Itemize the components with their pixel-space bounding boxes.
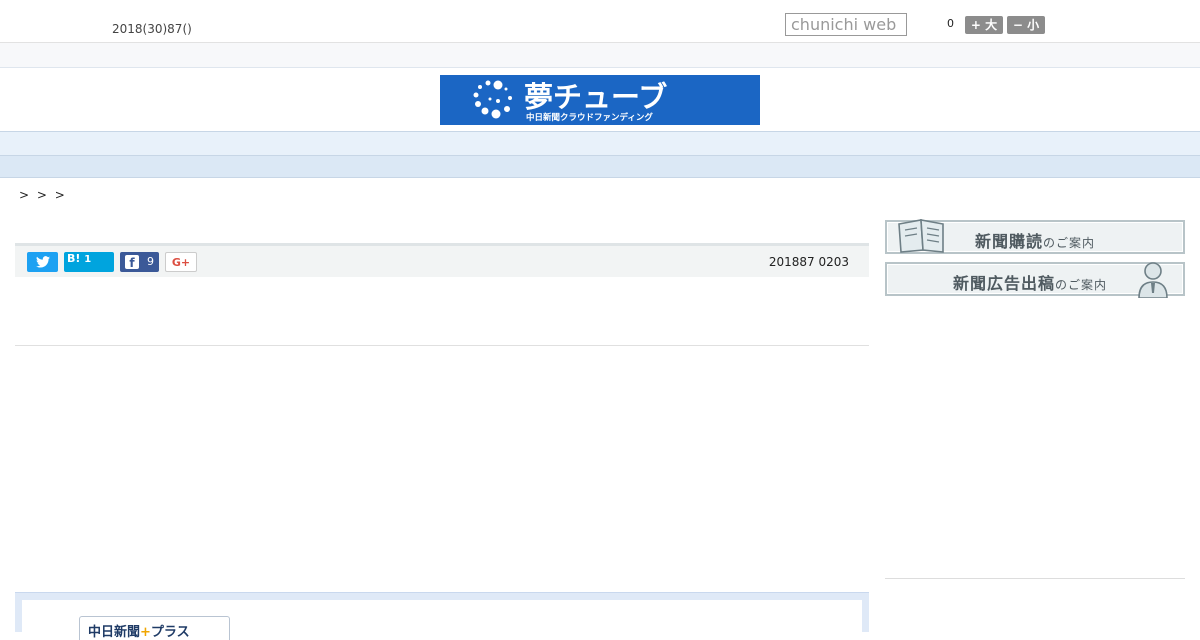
newspaper-book-icon [898, 219, 944, 253]
subscribe-guide-button[interactable]: 新聞購読のご案内 [885, 219, 1185, 254]
advertise-guide-button[interactable]: 新聞広告出稿のご案内 [885, 262, 1185, 298]
banner-title: 夢チューブ [524, 80, 667, 114]
dots-logo-icon: 夢チューブ 中日新聞クラウドファンディング [473, 80, 667, 123]
counter-text: 0 [947, 17, 954, 30]
yume-tube-banner[interactable]: 夢チューブ 中日新聞クラウドファンディング [440, 75, 760, 125]
header-date: 2018(30)87() [112, 22, 192, 36]
advertise-sub-label: のご案内 [1055, 278, 1108, 292]
plus-star-icon: + [140, 625, 151, 640]
plus-logo-text: 中日新聞 [88, 625, 141, 640]
main-nav [0, 131, 1200, 156]
sub-nav [0, 156, 1200, 178]
font-smaller-button[interactable]: − 小 [1007, 16, 1045, 34]
sidebar-rule [885, 578, 1185, 579]
plus-logo-suffix: プラス [150, 625, 190, 640]
article-divider [15, 345, 869, 346]
hatena-label: B! [67, 252, 81, 265]
chunichi-plus-box: 中日新聞+プラス [15, 592, 869, 640]
google-plus-button[interactable]: G+ [165, 252, 197, 272]
subscribe-main-label: 新聞購読 [975, 232, 1044, 251]
share-bar: B! 1 f 9 G+ 201887 0203 [15, 243, 869, 277]
search-input[interactable]: chunichi web [785, 13, 907, 36]
twitter-share-button[interactable] [27, 252, 58, 272]
hatena-bookmark-button[interactable]: B! 1 [64, 252, 114, 272]
facebook-icon: f [125, 255, 139, 270]
chunichi-plus-logo[interactable]: 中日新聞+プラス [79, 616, 230, 640]
hatena-count: 1 [84, 254, 92, 265]
header-band [0, 43, 1200, 68]
facebook-share-button[interactable]: f 9 [120, 252, 159, 272]
businessman-icon [1138, 262, 1168, 298]
plus-inner-panel: 中日新聞+プラス [22, 600, 862, 640]
subscribe-sub-label: のご案内 [1043, 236, 1096, 250]
font-larger-button[interactable]: + 大 [965, 16, 1003, 34]
twitter-bird-icon [35, 256, 50, 268]
top-bar: 2018(30)87() chunichi web 0 + 大 − 小 [0, 0, 1200, 43]
advertise-main-label: 新聞広告出稿 [953, 274, 1056, 293]
banner-subtitle: 中日新聞クラウドファンディング [526, 112, 653, 123]
facebook-count: 9 [147, 255, 154, 268]
publish-date: 201887 0203 [768, 255, 849, 269]
breadcrumb[interactable]: > > > [19, 188, 65, 202]
